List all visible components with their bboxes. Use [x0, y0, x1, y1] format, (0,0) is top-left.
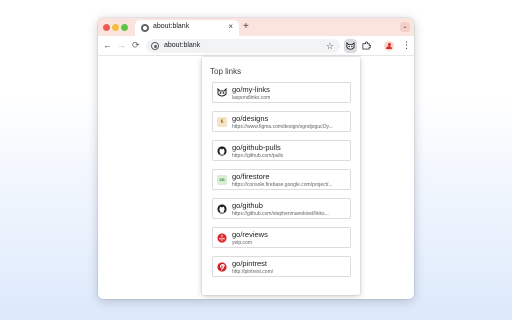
link-item[interactable]: co go/firestore https://console.firebase…: [212, 169, 351, 190]
window-minimize-button[interactable]: [112, 23, 119, 31]
link-item[interactable]: go/reviews yelp.com: [212, 227, 351, 248]
tab-strip: about:blank × + ⌄: [98, 18, 414, 36]
window-maximize-button[interactable]: [121, 23, 128, 31]
browser-window: about:blank × + ⌄ ← → ⟳ about:blank ☆ ⋮ …: [98, 18, 414, 299]
link-item[interactable]: go/github https://github.com/stephenmano…: [212, 198, 351, 219]
site-info-icon[interactable]: [151, 42, 159, 50]
extensions-puzzle-icon[interactable]: [362, 41, 371, 50]
window-close-button[interactable]: [103, 23, 110, 31]
tab-about-blank[interactable]: about:blank ×: [135, 20, 239, 36]
link-shortcut: go/reviews: [232, 230, 268, 239]
popup-title: Top links: [210, 67, 242, 76]
address-text[interactable]: about:blank: [164, 42, 200, 49]
bookmark-star-icon[interactable]: ☆: [326, 39, 334, 53]
globe-icon: [141, 23, 149, 32]
link-url: yelp.com: [232, 239, 253, 246]
link-item[interactable]: go/pintrest http://pintrest.com/: [212, 256, 351, 277]
toolbar: ← → ⟳ about:blank ☆ ⋮: [98, 36, 414, 56]
reload-button[interactable]: ⟳: [132, 40, 140, 51]
yelp-icon: [217, 233, 227, 243]
link-shortcut: go/designs: [232, 114, 269, 123]
tab-search-button[interactable]: ⌄: [400, 22, 410, 32]
tab-title: about:blank: [153, 23, 190, 30]
link-url: https://github.com/pulls: [232, 152, 284, 159]
link-shortcut: go/github: [232, 201, 263, 210]
github-icon: [217, 204, 227, 214]
back-button[interactable]: ←: [103, 40, 112, 51]
link-item[interactable]: go/my-links laspondlinks.com: [212, 82, 351, 103]
tab-close-icon[interactable]: ×: [228, 22, 233, 32]
figma-icon: fi: [217, 117, 227, 127]
menu-kebab-icon[interactable]: ⋮: [402, 39, 411, 52]
extension-popup: Top links go/my-links laspondlinks.com f…: [202, 57, 360, 295]
link-url: https://console.firebase.google.com/proj…: [232, 181, 333, 188]
link-shortcut: go/my-links: [232, 85, 270, 94]
link-url: https://github.com/stephenmanokivel/link…: [232, 210, 329, 217]
github-icon: [217, 146, 227, 156]
raccoon-icon: [217, 88, 227, 97]
pinterest-icon: [217, 262, 227, 272]
link-shortcut: go/github-pulls: [232, 143, 281, 152]
link-url: http://pintrest.com/: [232, 268, 274, 275]
firebase-icon: co: [217, 175, 227, 185]
link-url: laspondlinks.com: [232, 94, 271, 101]
link-item[interactable]: fi go/designs https://www.figma.com/desi…: [212, 111, 351, 132]
link-url: https://www.figma.com/design/ogndjogucOy…: [232, 123, 333, 130]
raccoon-icon: [346, 41, 355, 50]
forward-button[interactable]: →: [117, 40, 126, 51]
new-tab-button[interactable]: +: [243, 21, 249, 32]
address-bar[interactable]: about:blank ☆: [146, 39, 340, 53]
profile-avatar[interactable]: [384, 40, 394, 51]
link-item[interactable]: go/github-pulls https://github.com/pulls: [212, 140, 351, 161]
raccoon-extension-button[interactable]: [344, 39, 357, 53]
link-shortcut: go/pintrest: [232, 259, 268, 268]
link-shortcut: go/firestore: [232, 172, 270, 181]
